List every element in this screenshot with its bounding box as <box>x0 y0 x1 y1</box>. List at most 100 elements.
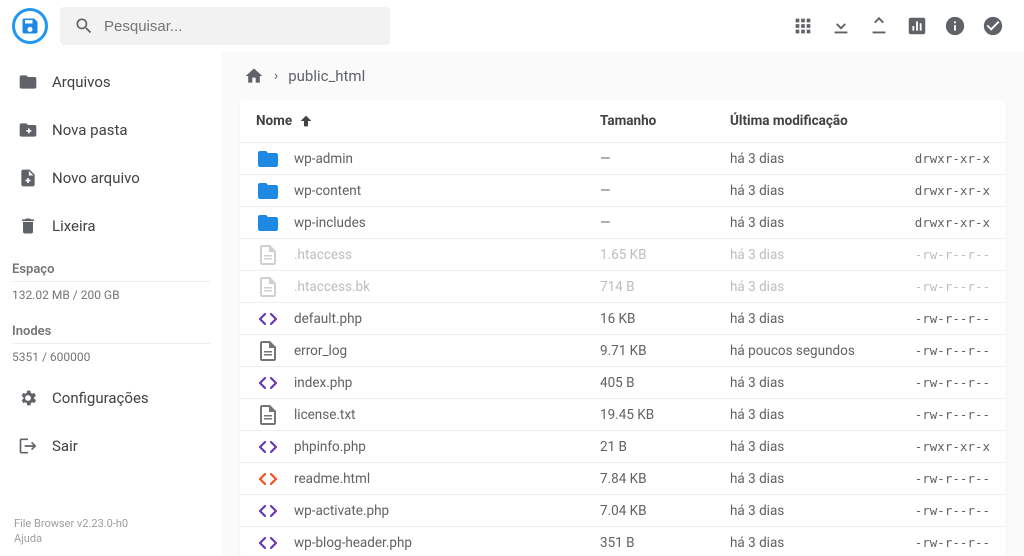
file-row[interactable]: phpinfo.php21 Bhá 3 dias-rwxr-xr-x <box>240 430 1006 462</box>
file-row[interactable]: readme.html7.84 KBhá 3 dias-rw-r--r-- <box>240 462 1006 494</box>
file-row[interactable]: .htaccess.bk714 Bhá 3 dias-rw-r--r-- <box>240 270 1006 302</box>
file-perm: -rw-r--r-- <box>890 279 990 294</box>
grid-view-icon[interactable] <box>792 15 814 37</box>
file-perm: -rw-r--r-- <box>890 407 990 422</box>
code-icon <box>256 371 280 395</box>
file-row[interactable]: wp-content—há 3 diasdrwxr-xr-x <box>240 174 1006 206</box>
col-name[interactable]: Nome <box>256 113 600 129</box>
file-size: 714 B <box>600 279 730 295</box>
file-row[interactable]: wp-includes—há 3 diasdrwxr-xr-x <box>240 206 1006 238</box>
file-size: 21 B <box>600 439 730 455</box>
file-row[interactable]: wp-blog-header.php351 Bhá 3 dias-rw-r--r… <box>240 526 1006 556</box>
help-link[interactable]: Ajuda <box>14 532 208 546</box>
file-perm: -rwxr-xr-x <box>890 439 990 454</box>
sidebar-item-label: Sair <box>52 437 78 455</box>
file-name: .htaccess.bk <box>294 279 600 295</box>
sidebar-item-label: Nova pasta <box>52 121 128 139</box>
file-modified: há 3 dias <box>730 407 890 423</box>
file-name: readme.html <box>294 471 600 487</box>
code-icon <box>256 307 280 331</box>
sidebar-item-trash[interactable]: Lixeira <box>0 202 222 250</box>
search-box[interactable] <box>60 7 390 45</box>
file-perm: -rw-r--r-- <box>890 535 990 550</box>
file-name: wp-blog-header.php <box>294 535 600 551</box>
file-perm: -rw-r--r-- <box>890 247 990 262</box>
file-size: 7.84 KB <box>600 471 730 487</box>
code-icon <box>256 499 280 523</box>
file-icon <box>256 403 280 427</box>
sidebar-item-settings[interactable]: Configurações <box>0 374 222 422</box>
file-size: — <box>600 151 730 167</box>
file-name: .htaccess <box>294 247 600 263</box>
file-row[interactable]: .htaccess1.65 KBhá 3 dias-rw-r--r-- <box>240 238 1006 270</box>
file-row[interactable]: wp-activate.php7.04 KBhá 3 dias-rw-r--r-… <box>240 494 1006 526</box>
folder-icon <box>256 211 280 235</box>
file-size: 351 B <box>600 535 730 551</box>
app-logo[interactable] <box>12 8 48 44</box>
sidebar-item-label: Novo arquivo <box>52 169 140 187</box>
file-name: phpinfo.php <box>294 439 600 455</box>
trash-icon <box>18 216 38 236</box>
sidebar-item-label: Arquivos <box>52 73 111 91</box>
file-modified: há 3 dias <box>730 503 890 519</box>
info-icon[interactable] <box>944 15 966 37</box>
col-modified[interactable]: Última modificação <box>730 113 890 129</box>
breadcrumb-current[interactable]: public_html <box>288 67 365 85</box>
file-icon <box>256 339 280 363</box>
code-icon <box>256 467 280 491</box>
file-modified: há 3 dias <box>730 247 890 263</box>
file-modified: há 3 dias <box>730 183 890 199</box>
folder-icon <box>256 147 280 171</box>
file-perm: -rw-r--r-- <box>890 503 990 518</box>
file-row[interactable]: wp-admin—há 3 diasdrwxr-xr-x <box>240 142 1006 174</box>
download-icon[interactable] <box>830 15 852 37</box>
arrow-up-icon <box>298 113 314 129</box>
file-name: wp-admin <box>294 151 600 167</box>
code-icon <box>256 435 280 459</box>
space-label: Espaço <box>0 250 222 281</box>
sidebar-item-newfolder[interactable]: Nova pasta <box>0 106 222 154</box>
space-value: 132.02 MB / 200 GB <box>0 282 222 312</box>
file-row[interactable]: default.php16 KBhá 3 dias-rw-r--r-- <box>240 302 1006 334</box>
file-modified: há 3 dias <box>730 375 890 391</box>
search-input[interactable] <box>104 18 376 35</box>
file-size: 1.65 KB <box>600 247 730 263</box>
file-size: 16 KB <box>600 311 730 327</box>
sidebar-item-newfile[interactable]: Novo arquivo <box>0 154 222 202</box>
file-perm: drwxr-xr-x <box>890 183 990 198</box>
file-perm: -rw-r--r-- <box>890 343 990 358</box>
sidebar-item-label: Lixeira <box>52 217 96 235</box>
folder-icon <box>18 72 38 92</box>
check-icon[interactable] <box>982 15 1004 37</box>
file-perm: -rw-r--r-- <box>890 471 990 486</box>
file-row[interactable]: index.php405 Bhá 3 dias-rw-r--r-- <box>240 366 1006 398</box>
col-size[interactable]: Tamanho <box>600 113 730 129</box>
file-modified: há 3 dias <box>730 535 890 551</box>
upload-icon[interactable] <box>868 15 890 37</box>
sidebar-item-label: Configurações <box>52 389 149 407</box>
gear-icon <box>18 388 38 408</box>
home-icon[interactable] <box>244 66 264 86</box>
file-row[interactable]: error_log9.71 KBhá poucos segundos-rw-r-… <box>240 334 1006 366</box>
file-row[interactable]: license.txt19.45 KBhá 3 dias-rw-r--r-- <box>240 398 1006 430</box>
file-name: license.txt <box>294 407 600 423</box>
file-size: — <box>600 215 730 231</box>
sidebar-item-logout[interactable]: Sair <box>0 422 222 470</box>
file-size: 7.04 KB <box>600 503 730 519</box>
file-size: 405 B <box>600 375 730 391</box>
file-modified: há 3 dias <box>730 439 890 455</box>
stats-icon[interactable] <box>906 15 928 37</box>
search-icon <box>74 16 94 36</box>
main-panel: › public_html Nome Tamanho Última modifi… <box>222 52 1024 556</box>
file-modified: há 3 dias <box>730 311 890 327</box>
breadcrumb: › public_html <box>222 52 1024 100</box>
file-modified: há poucos segundos <box>730 343 890 359</box>
file-name: wp-includes <box>294 215 600 231</box>
file-modified: há 3 dias <box>730 215 890 231</box>
sidebar-item-files[interactable]: Arquivos <box>0 58 222 106</box>
newfolder-icon <box>18 120 38 140</box>
file-listing: Nome Tamanho Última modificação wp-admin… <box>240 100 1006 556</box>
file-modified: há 3 dias <box>730 279 890 295</box>
logout-icon <box>18 436 38 456</box>
code-icon <box>256 531 280 555</box>
